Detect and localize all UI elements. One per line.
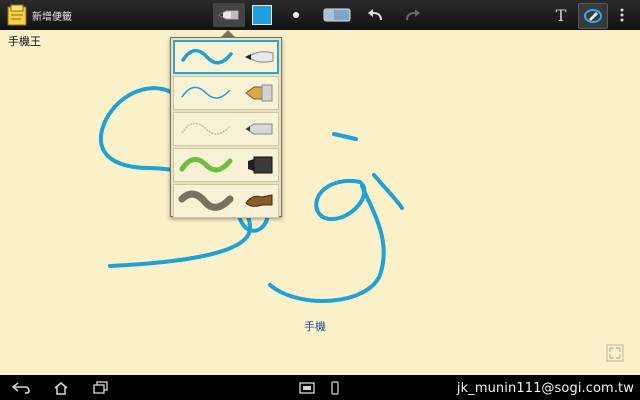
handwriting-strokes: [98, 86, 404, 303]
screenshot-icon[interactable]: [296, 379, 318, 396]
pen-style-popup: [170, 37, 282, 218]
pen-style-fountain-pen[interactable]: [173, 76, 279, 110]
pen-style-marker[interactable]: [173, 148, 279, 182]
pen-style-calligraphy-brush[interactable]: [173, 184, 279, 218]
system-navigation-bar: jk_munin111@sogi.com.tw: [0, 375, 640, 400]
recent-apps-icon[interactable]: [90, 379, 112, 396]
watermark-text: jk_munin111@sogi.com.tw: [456, 381, 634, 396]
app-icon[interactable]: [326, 379, 344, 396]
back-icon[interactable]: [10, 379, 32, 396]
popup-pointer: [221, 30, 235, 37]
home-icon[interactable]: [50, 379, 72, 396]
handwriting-caption: 手機: [304, 320, 326, 333]
pen-style-brush[interactable]: [173, 40, 279, 74]
expand-icon[interactable]: [606, 344, 624, 362]
pen-style-pencil[interactable]: [173, 112, 279, 146]
